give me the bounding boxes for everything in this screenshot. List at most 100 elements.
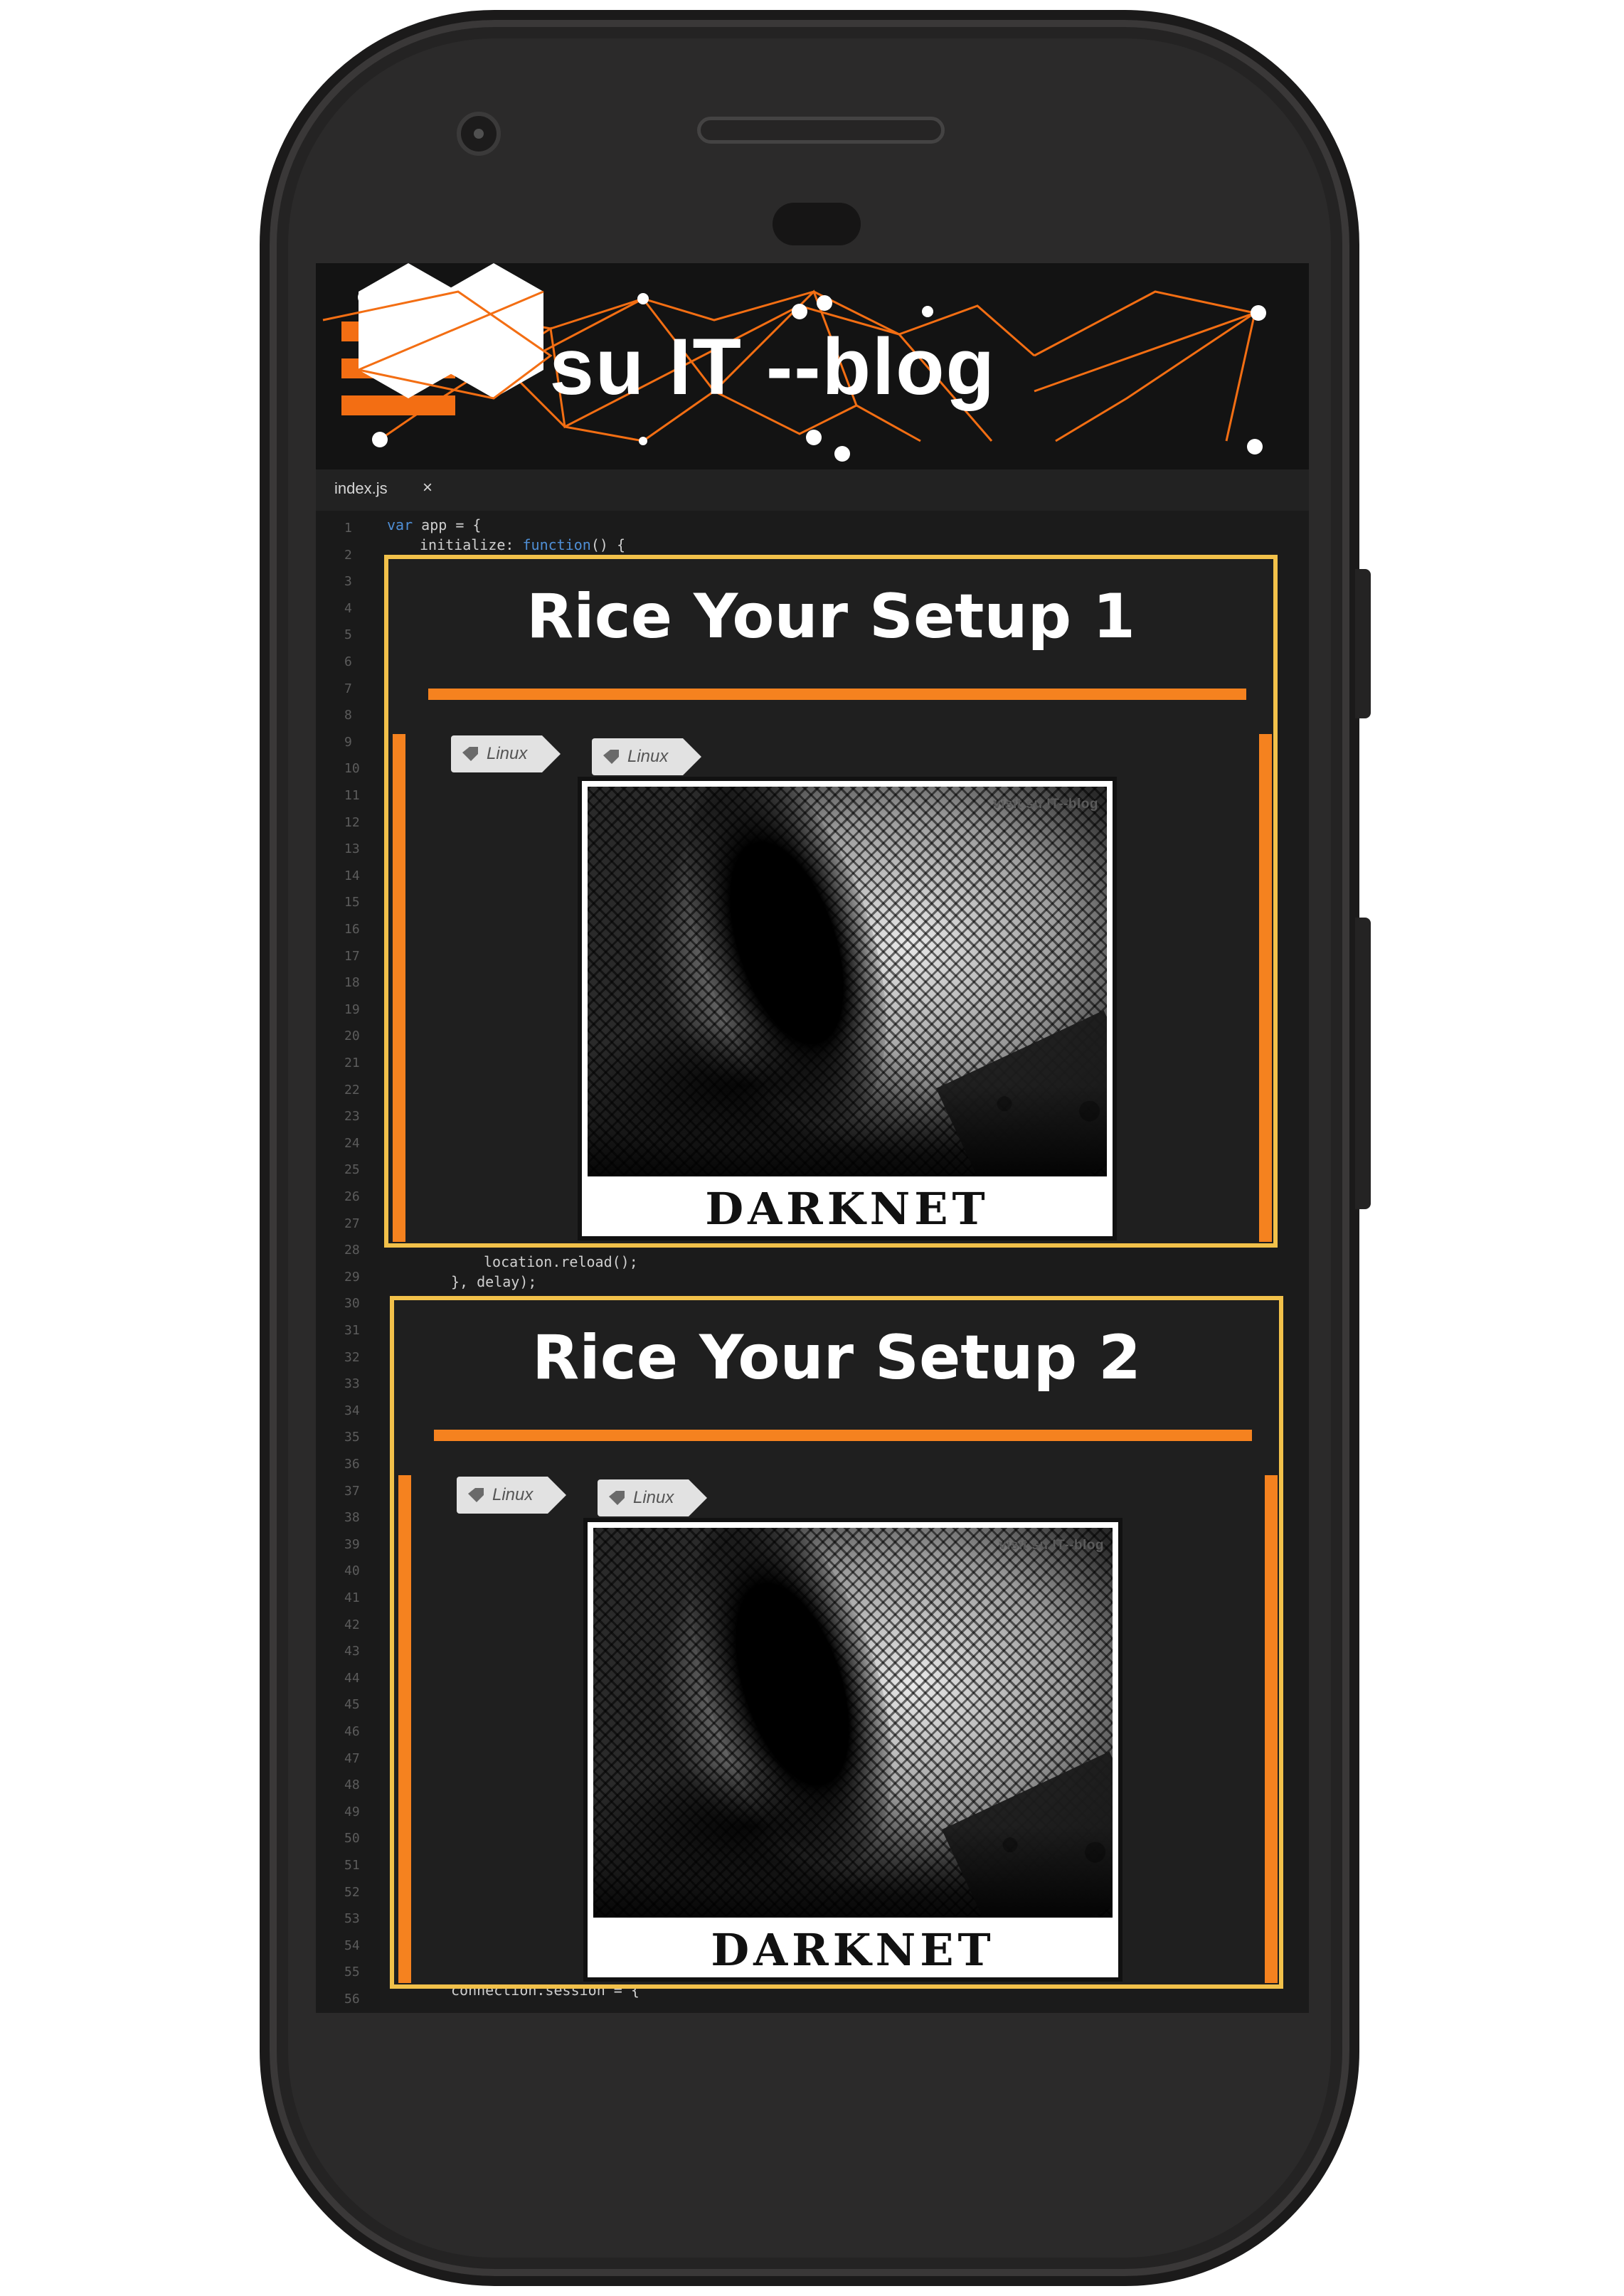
line-number: 43: [344, 1644, 360, 1659]
line-number: 25: [344, 1162, 360, 1178]
line-number: 49: [344, 1804, 360, 1819]
right-accent-bar: [1259, 734, 1272, 1242]
line-number: 36: [344, 1457, 360, 1472]
post-card[interactable]: Rice Your Setup 1 Linux Linux visit su I…: [384, 555, 1278, 1248]
line-number: 38: [344, 1510, 360, 1526]
code-line: location.reload();: [484, 1253, 638, 1270]
watermark: visit su IT--blog: [993, 797, 1098, 812]
line-number: 53: [344, 1911, 360, 1927]
tag-icon: [462, 747, 478, 761]
code-line: var app = {: [387, 516, 482, 533]
line-number: 29: [344, 1269, 360, 1285]
line-number: 28: [344, 1243, 360, 1258]
right-accent-bar: [1265, 1475, 1278, 1983]
code-line: }, delay);: [451, 1273, 537, 1290]
post-thumbnail[interactable]: visit su IT--blog DARKNET: [578, 777, 1117, 1240]
line-number: 22: [344, 1082, 360, 1097]
post-title[interactable]: Rice Your Setup 2: [394, 1322, 1279, 1395]
thumbnail-caption: DARKNET: [705, 1183, 989, 1235]
title-underline: [434, 1430, 1252, 1441]
line-number: 41: [344, 1590, 360, 1605]
tag-icon: [468, 1488, 484, 1502]
tag-label: Linux: [487, 744, 528, 763]
tag-linux[interactable]: Linux: [592, 738, 701, 775]
watermark: visit su IT--blog: [999, 1538, 1104, 1553]
editor-tab-bar: index.js ×: [316, 469, 1309, 511]
line-number: 47: [344, 1750, 360, 1766]
hexagon-logo: [322, 263, 553, 400]
line-number: 24: [344, 1135, 360, 1151]
volume-button: [1355, 918, 1371, 1209]
tag-label: Linux: [492, 1485, 534, 1504]
phone-screen: > su IT --blog index.js × 1 2 3 4 5 6 7 8 9 10 11 1…: [316, 263, 1309, 2013]
line-number: 6: [344, 654, 352, 669]
tag-label: Linux: [633, 1488, 674, 1507]
title-underline: [428, 689, 1246, 700]
thumbnail-caption: DARKNET: [711, 1924, 995, 1976]
front-camera: [457, 112, 501, 156]
line-number: 4: [344, 600, 352, 616]
line-number: 56: [344, 1992, 360, 2007]
line-number: 37: [344, 1483, 360, 1499]
line-number: 12: [344, 814, 360, 830]
line-number: 35: [344, 1430, 360, 1445]
line-number: 50: [344, 1831, 360, 1846]
line-number: 5: [344, 627, 352, 643]
line-number: 32: [344, 1349, 360, 1365]
tag-label: Linux: [627, 747, 669, 766]
line-number: 15: [344, 895, 360, 910]
line-number: 26: [344, 1189, 360, 1204]
post-title[interactable]: Rice Your Setup 1: [388, 580, 1273, 654]
editor-tab-label[interactable]: index.js: [334, 479, 388, 498]
line-number: 16: [344, 922, 360, 937]
line-number: 8: [344, 708, 352, 723]
line-number: 39: [344, 1536, 360, 1552]
line-number: 7: [344, 681, 352, 696]
line-number: 14: [344, 868, 360, 883]
line-number: 44: [344, 1670, 360, 1686]
blog-header: > su IT --blog: [316, 263, 1309, 469]
line-number: 33: [344, 1376, 360, 1392]
post-thumbnail[interactable]: visit su IT--blog DARKNET: [583, 1518, 1123, 1982]
line-number: 19: [344, 1001, 360, 1017]
line-number: 34: [344, 1403, 360, 1418]
close-icon[interactable]: ×: [423, 478, 432, 498]
line-number: 31: [344, 1323, 360, 1338]
line-number: 46: [344, 1724, 360, 1739]
left-accent-bar: [393, 734, 405, 1242]
line-number: 9: [344, 734, 352, 750]
line-number: 17: [344, 948, 360, 964]
line-number: 2: [344, 547, 352, 563]
left-accent-bar: [398, 1475, 411, 1983]
line-number: 52: [344, 1884, 360, 1900]
line-number: 45: [344, 1697, 360, 1713]
tag-linux[interactable]: Linux: [451, 735, 561, 772]
line-number: 21: [344, 1056, 360, 1070]
line-number: 27: [344, 1216, 360, 1231]
tag-linux[interactable]: Linux: [457, 1477, 566, 1514]
proximity-sensor: [773, 203, 861, 245]
line-number: 51: [344, 1858, 360, 1873]
power-button: [1355, 569, 1371, 718]
line-number: 42: [344, 1617, 360, 1632]
line-number: 18: [344, 975, 360, 991]
tag-linux[interactable]: Linux: [598, 1479, 707, 1516]
line-number: 1: [344, 521, 352, 536]
tag-icon: [609, 1491, 625, 1505]
earpiece-speaker: [697, 117, 945, 144]
tag-icon: [603, 750, 619, 764]
line-number: 40: [344, 1563, 360, 1579]
code-line: initialize: function() {: [420, 536, 625, 553]
line-number: 30: [344, 1296, 360, 1312]
fishnet-photo: visit su IT--blog: [593, 1528, 1113, 1918]
line-number: 11: [344, 788, 360, 803]
line-number: 23: [344, 1109, 360, 1125]
line-number: 13: [344, 841, 360, 857]
fishnet-photo: visit su IT--blog: [588, 787, 1107, 1176]
line-number: 3: [344, 574, 352, 590]
line-number: 20: [344, 1029, 360, 1044]
line-number: 54: [344, 1938, 360, 1953]
line-number: 55: [344, 1965, 360, 1980]
post-card[interactable]: Rice Your Setup 2 Linux Linux visit su I…: [390, 1296, 1283, 1989]
line-number: 48: [344, 1777, 360, 1793]
